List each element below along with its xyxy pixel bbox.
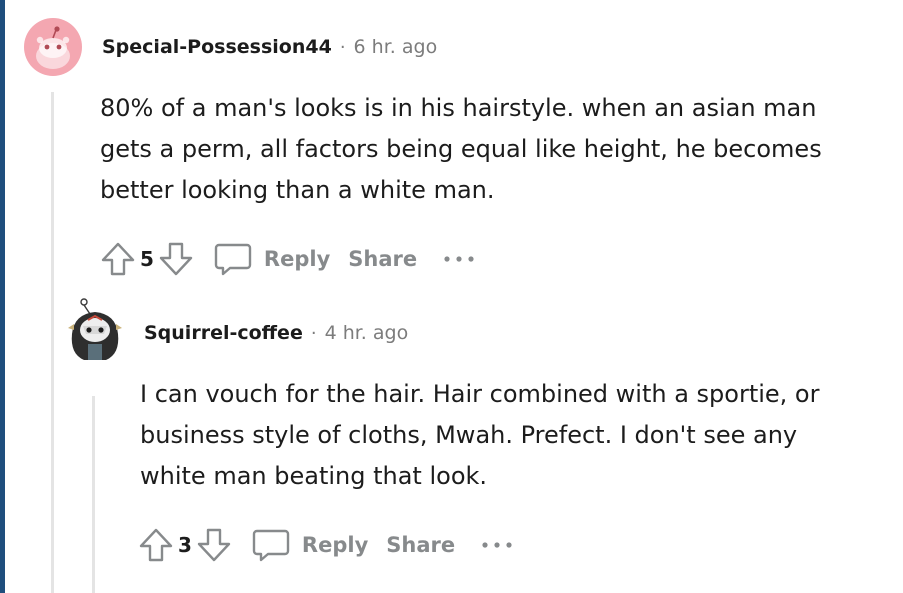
comment-reply: Squirrel-coffee · 4 hr. ago I can vouch … <box>66 298 896 567</box>
comment-actions: 3 Reply Share <box>136 523 896 567</box>
vote-score: 5 <box>140 247 154 271</box>
upvote-icon[interactable] <box>98 239 138 279</box>
comment-actions: 5 Reply Share <box>98 237 894 281</box>
vote-score: 3 <box>178 533 192 557</box>
comment-body: 80% of a man's looks is in his hairstyle… <box>100 94 822 204</box>
avatar[interactable] <box>66 298 124 362</box>
reply-label: Reply <box>301 533 369 557</box>
snoo-avatar-icon <box>36 26 70 69</box>
comment-bubble-icon <box>252 529 290 562</box>
avatar[interactable] <box>24 18 82 76</box>
comment-header: Squirrel-coffee · 4 hr. ago <box>66 298 896 362</box>
upvote-icon[interactable] <box>136 525 176 565</box>
meta-separator: · <box>310 322 317 344</box>
comment-body: I can vouch for the hair. Hair combined … <box>140 380 820 490</box>
reply-label: Reply <box>263 247 331 271</box>
comment-author[interactable]: Special-Possession44 <box>102 36 332 58</box>
comment: Special-Possession44 · 6 hr. ago 80% of … <box>24 18 894 281</box>
comment-bubble-icon <box>214 243 252 276</box>
comment-timestamp[interactable]: 4 hr. ago <box>325 322 409 344</box>
comment-header: Special-Possession44 · 6 hr. ago <box>24 18 894 76</box>
share-label: Share <box>348 247 418 271</box>
left-edge-bar <box>0 0 5 593</box>
more-options-icon[interactable] <box>481 540 513 550</box>
snoo-avatar-icon <box>68 298 122 360</box>
share-label: Share <box>386 533 456 557</box>
more-options-icon[interactable] <box>443 254 475 264</box>
downvote-icon[interactable] <box>194 525 234 565</box>
share-button[interactable]: Share <box>348 247 417 271</box>
share-button[interactable]: Share <box>386 533 455 557</box>
comment-timestamp[interactable]: 6 hr. ago <box>354 36 438 58</box>
reply-button[interactable]: Reply <box>252 527 368 563</box>
downvote-icon[interactable] <box>156 239 196 279</box>
comment-author[interactable]: Squirrel-coffee <box>144 322 303 344</box>
reply-button[interactable]: Reply <box>214 241 330 277</box>
meta-separator: · <box>339 36 346 58</box>
